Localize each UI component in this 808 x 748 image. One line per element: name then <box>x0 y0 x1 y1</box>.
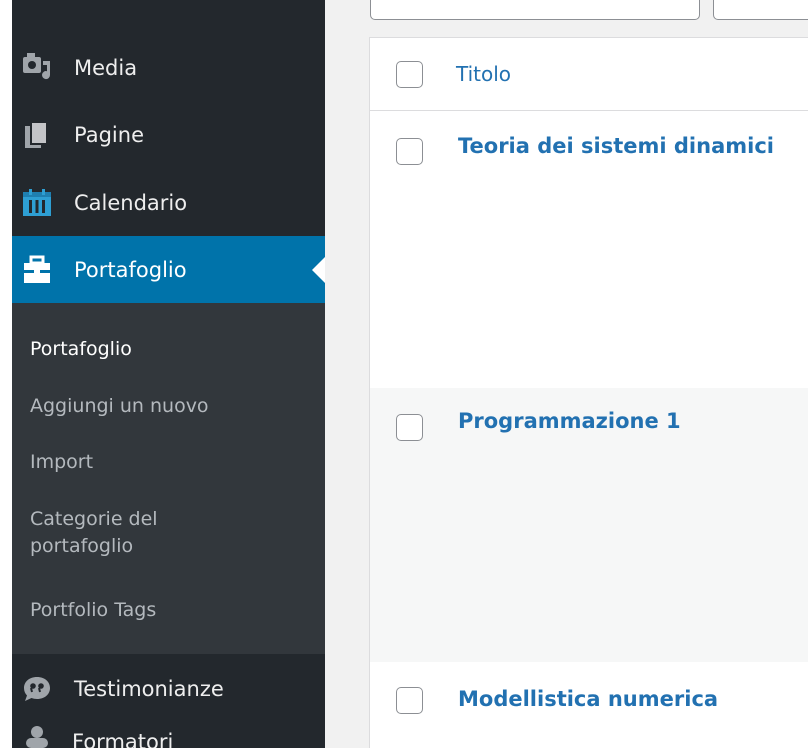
calendar-icon <box>20 186 54 220</box>
sidebar-item-label: Calendario <box>74 190 188 215</box>
testimonial-icon <box>20 672 54 706</box>
sidebar-item-label: Pagine <box>74 122 144 147</box>
sidebar-item-media[interactable]: Media <box>12 34 325 101</box>
sidebar-item-label: Media <box>74 55 138 80</box>
submenu-item-add-new[interactable]: Aggiungi un nuovo <box>30 393 209 420</box>
sidebar-item-calendar[interactable]: Calendario <box>12 169 325 236</box>
row-checkbox[interactable] <box>396 414 423 441</box>
table-header: Titolo <box>370 38 808 111</box>
column-title[interactable]: Titolo <box>456 62 511 86</box>
sidebar-item-pages[interactable]: Pagine <box>12 101 325 168</box>
submenu-item-portfolio[interactable]: Portafoglio <box>30 336 132 363</box>
sidebar-item-partial[interactable]: Formatori <box>12 724 325 748</box>
table-row: Modellistica numerica <box>370 662 808 748</box>
media-icon <box>20 51 54 85</box>
left-gap <box>0 0 12 748</box>
sidebar-item-label: Testimonianze <box>74 676 224 701</box>
row-title-link[interactable]: Programmazione 1 <box>458 409 681 433</box>
submenu-item-portfolio-tags[interactable]: Portfolio Tags <box>30 597 156 624</box>
select-all-checkbox[interactable] <box>396 61 423 88</box>
sidebar-item-label: Formatori <box>72 730 174 748</box>
portfolio-icon <box>20 253 54 287</box>
submenu-item-categories[interactable]: Categorie del portafoglio <box>30 506 230 560</box>
table-row: Teoria dei sistemi dinamici <box>370 112 808 388</box>
table-row: Programmazione 1 <box>370 388 808 662</box>
apply-button[interactable] <box>713 0 808 20</box>
user-icon <box>24 724 50 748</box>
portfolio-submenu: Portafoglio Aggiungi un nuovo Import Cat… <box>12 303 325 654</box>
pages-icon <box>20 118 54 152</box>
admin-sidebar: Media Pagine Calendario Portafoglio Port… <box>12 0 325 748</box>
posts-table: Titolo Teoria dei sistemi dinamici Progr… <box>369 37 808 748</box>
sidebar-item-testimonials[interactable]: Testimonianze <box>12 655 325 722</box>
sidebar-item-label: Portafoglio <box>74 257 187 282</box>
row-title-link[interactable]: Modellistica numerica <box>458 687 718 711</box>
row-title-link[interactable]: Teoria dei sistemi dinamici <box>458 134 774 158</box>
row-checkbox[interactable] <box>396 687 423 714</box>
submenu-item-import[interactable]: Import <box>30 449 93 476</box>
sidebar-item-portfolio[interactable]: Portafoglio <box>12 236 325 303</box>
bulk-action-select[interactable] <box>370 0 700 20</box>
row-checkbox[interactable] <box>396 138 423 165</box>
main-content: Titolo Teoria dei sistemi dinamici Progr… <box>325 0 808 748</box>
